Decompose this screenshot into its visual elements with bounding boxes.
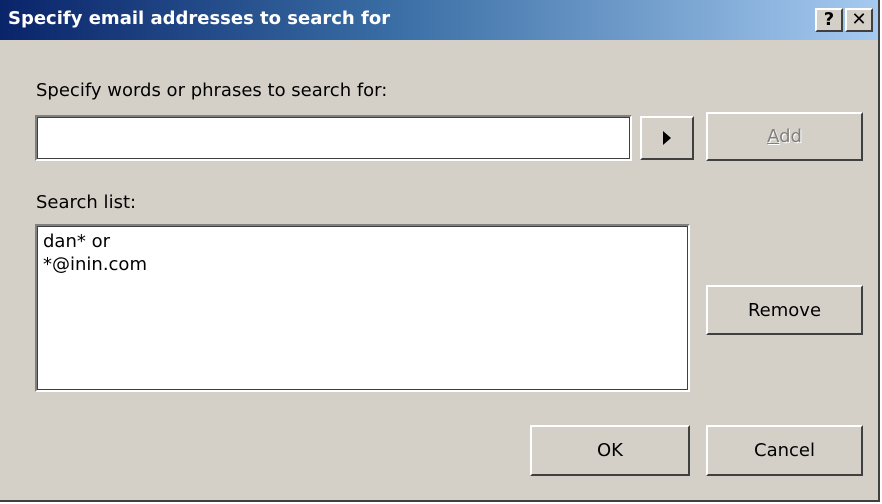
help-icon: ? — [823, 9, 835, 30]
close-button[interactable]: ✕ — [845, 8, 873, 32]
search-list-box[interactable]: dan* or *@inin.com — [35, 224, 690, 392]
title-bar[interactable]: Specify email addresses to search for ? … — [0, 0, 878, 40]
list-item[interactable]: *@inin.com — [43, 253, 682, 276]
add-button[interactable]: Add — [706, 112, 863, 161]
phrase-input[interactable] — [35, 115, 632, 161]
help-button[interactable]: ? — [815, 8, 843, 32]
phrase-label: Specify words or phrases to search for: — [36, 80, 388, 101]
remove-button[interactable]: Remove — [706, 285, 863, 335]
list-item[interactable]: dan* or — [43, 230, 682, 253]
triangle-right-icon — [663, 131, 671, 145]
dialog-title: Specify email addresses to search for — [8, 8, 391, 29]
close-icon: ✕ — [851, 9, 867, 30]
insert-arrow-button[interactable] — [640, 116, 694, 160]
search-email-dialog: Specify email addresses to search for ? … — [0, 0, 880, 502]
search-list-label: Search list: — [36, 192, 137, 213]
cancel-button[interactable]: Cancel — [706, 425, 863, 476]
add-label-rest: dd — [779, 126, 802, 147]
ok-button[interactable]: OK — [530, 425, 690, 476]
add-accelerator: A — [767, 126, 780, 147]
